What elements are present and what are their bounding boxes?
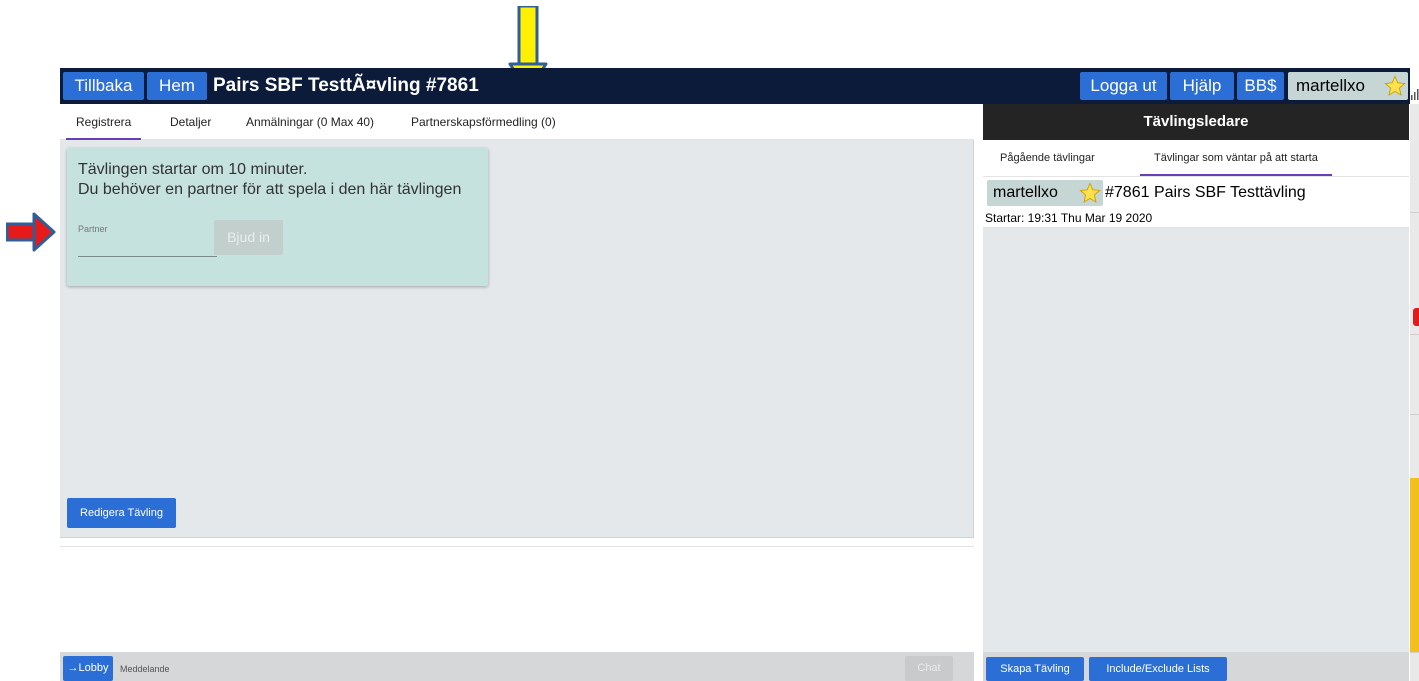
star-icon	[1079, 182, 1101, 203]
side-tab-tournament-director[interactable]	[1410, 478, 1419, 653]
tournament-row[interactable]: martellxo #7861 Pairs SBF Testtävling St…	[983, 176, 1409, 228]
side-tab-4[interactable]	[1410, 414, 1419, 479]
tab-detaljer[interactable]: Detaljer	[170, 104, 211, 140]
director-tabs: Pågående tävlingar Tävlingar som väntar …	[983, 140, 1409, 176]
start-notice: Tävlingen startar om 10 minuter.	[78, 161, 308, 178]
chat-bar: →Lobby Chat	[60, 652, 974, 681]
tab-waiting-tournaments[interactable]: Tävlingar som väntar på att starta	[1140, 140, 1332, 176]
star-icon	[1384, 75, 1406, 96]
lobby-button[interactable]: →Lobby	[63, 656, 113, 681]
partner-required-notice: Du behöver en partner för att spela i de…	[78, 181, 462, 198]
tab-registrera[interactable]: Registrera	[65, 104, 142, 140]
tournament-tabs: Registrera Detaljer Anmälningar (0 Max 4…	[60, 104, 974, 140]
tournament-director-header: Tävlingsledare	[983, 104, 1409, 140]
tournament-name[interactable]: #7861 Pairs SBF Testtävling	[1105, 180, 1306, 206]
bb-dollars-button[interactable]: BB$	[1237, 72, 1284, 100]
top-bar: Tillbaka Hem Pairs SBF TesttÃ¤vling #786…	[60, 68, 1410, 104]
director-actions-bar: Skapa Tävling Include/Exclude Lists	[983, 652, 1409, 681]
logout-button[interactable]: Logga ut	[1080, 72, 1167, 100]
annotation-arrow-right-icon	[6, 212, 56, 252]
user-badge[interactable]: martellxo	[1288, 72, 1408, 100]
registration-card: Tävlingen startar om 10 minuter. Du behö…	[67, 148, 488, 286]
message-input[interactable]	[118, 657, 902, 681]
edit-tournament-button[interactable]: Redigera Tävling	[67, 498, 176, 528]
help-button[interactable]: Hjälp	[1170, 72, 1234, 100]
director-list-area	[983, 228, 1409, 652]
side-tab-3[interactable]	[1410, 334, 1419, 415]
back-button[interactable]: Tillbaka	[63, 72, 144, 100]
tab-anmalningar[interactable]: Anmälningar (0 Max 40)	[246, 104, 374, 140]
create-tournament-button[interactable]: Skapa Tävling	[986, 657, 1084, 681]
chat-messages	[60, 546, 974, 652]
side-tab-strip	[1410, 104, 1419, 681]
register-panel: Tävlingen startar om 10 minuter. Du behö…	[60, 140, 974, 538]
username-label: martellxo	[1296, 76, 1365, 95]
signal-bars-icon	[1411, 89, 1419, 100]
include-exclude-lists-button[interactable]: Include/Exclude Lists	[1089, 657, 1227, 681]
chat-send-button[interactable]: Chat	[905, 656, 953, 681]
tab-partnerskapsformedling[interactable]: Partnerskapsförmedling (0)	[411, 104, 556, 140]
home-button[interactable]: Hem	[147, 72, 207, 100]
side-tab-1[interactable]	[1410, 104, 1419, 213]
partner-input[interactable]	[78, 232, 217, 257]
invite-button[interactable]: Bjud in	[214, 220, 283, 255]
host-badge[interactable]: martellxo	[987, 180, 1103, 206]
notification-badge	[1413, 308, 1419, 326]
tournament-start-time: Startar: 19:31 Thu Mar 19 2020	[985, 211, 1153, 225]
page-title: Pairs SBF TesttÃ¤vling #7861	[213, 75, 479, 96]
host-name: martellxo	[993, 184, 1058, 201]
tab-ongoing-tournaments[interactable]: Pågående tävlingar	[1000, 140, 1095, 176]
